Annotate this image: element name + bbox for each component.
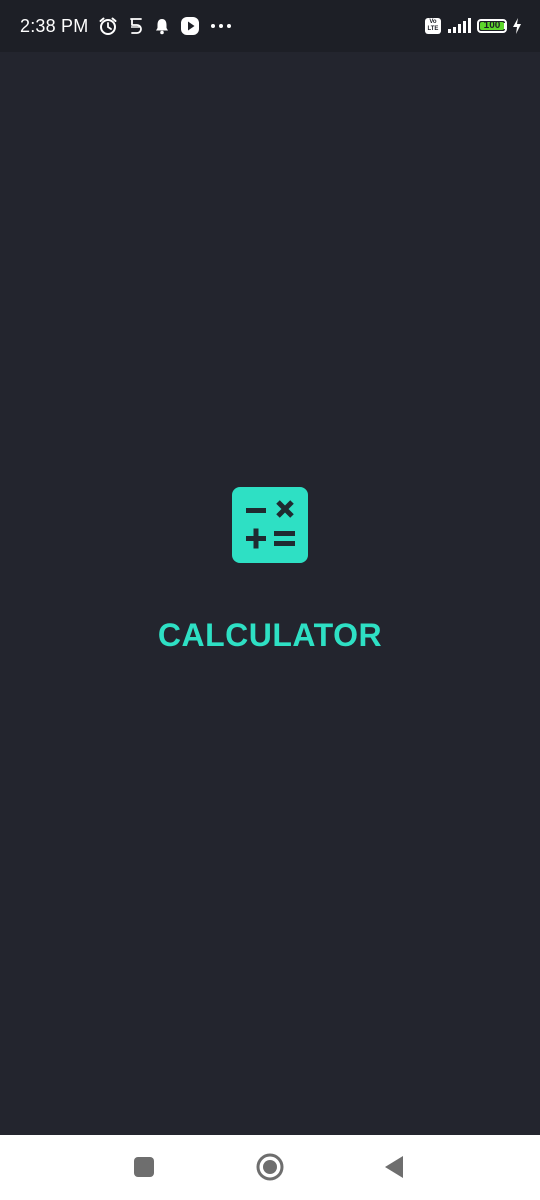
home-button[interactable] (250, 1149, 290, 1185)
app-title: CALCULATOR (157, 617, 383, 653)
play-icon (180, 15, 200, 37)
five-icon (128, 15, 144, 37)
recents-button[interactable] (124, 1149, 164, 1185)
navigation-bar (0, 1135, 540, 1200)
back-triangle-icon (385, 1156, 403, 1178)
status-time: 2:38 PM (20, 15, 89, 36)
status-bar-right: Vo LTE 100 (425, 0, 522, 52)
status-bar-left: 2:38 PM (20, 0, 232, 52)
battery-level: 100 (483, 20, 501, 31)
signal-icon (447, 15, 471, 37)
back-button[interactable] (375, 1149, 415, 1185)
notification-bell-icon (154, 15, 170, 37)
more-dots-icon (210, 15, 232, 37)
home-circle-icon (256, 1153, 284, 1181)
battery-icon: 100 (477, 19, 507, 33)
splash-screen: 2:38 PM Vo LTE 100 CALCULATOR (0, 0, 540, 1200)
status-bar: 2:38 PM Vo LTE 100 (0, 0, 540, 52)
calculator-icon (232, 487, 308, 563)
volte-icon: Vo LTE (425, 18, 441, 34)
alarm-icon (98, 15, 118, 37)
recents-square-icon (134, 1157, 154, 1177)
charging-icon (512, 15, 522, 37)
volte-bottom-label: LTE (427, 26, 439, 32)
volte-top-label: Vo (429, 19, 437, 25)
